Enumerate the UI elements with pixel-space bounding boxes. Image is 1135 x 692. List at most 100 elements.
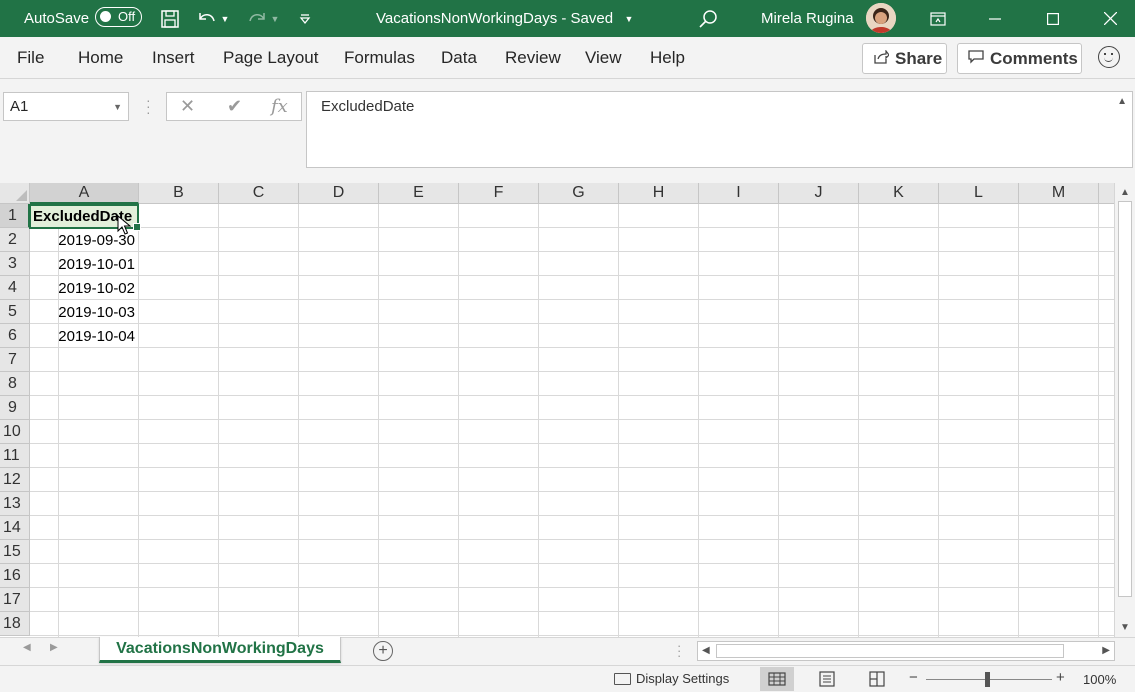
scroll-up-icon[interactable]: ▲ xyxy=(1120,187,1130,198)
horizontal-scroll-thumb[interactable] xyxy=(716,644,1064,658)
vertical-scroll-thumb[interactable] xyxy=(1118,201,1132,597)
row-header-7[interactable]: 7 xyxy=(0,348,30,372)
sheet-tab-active[interactable]: VacationsNonWorkingDays xyxy=(99,637,341,663)
column-header-j[interactable]: J xyxy=(779,183,859,204)
page-layout-view-icon[interactable] xyxy=(810,667,844,691)
customize-qat-icon[interactable] xyxy=(294,0,316,37)
name-box-dropdown-icon[interactable]: ▼ xyxy=(113,102,122,112)
scroll-down-icon[interactable]: ▼ xyxy=(1120,622,1130,633)
cell-area[interactable]: ExcludedDate 2019-09-30 2019-10-01 2019-… xyxy=(30,204,1114,637)
next-sheet-icon[interactable]: ▶ xyxy=(50,642,58,653)
cell-a4[interactable]: 2019-10-02 xyxy=(30,276,138,300)
zoom-in-icon[interactable]: + xyxy=(1056,669,1065,686)
redo-dropdown-icon[interactable]: ▼ xyxy=(268,0,282,37)
column-header-i[interactable]: I xyxy=(699,183,779,204)
tab-view[interactable]: View xyxy=(585,37,622,79)
row-header-10[interactable]: 10 xyxy=(0,420,30,444)
vertical-scrollbar[interactable]: ▲ ▼ xyxy=(1114,183,1135,637)
column-header-d[interactable]: D xyxy=(299,183,379,204)
tab-page-layout[interactable]: Page Layout xyxy=(223,37,318,79)
name-box[interactable]: A1 ▼ xyxy=(3,92,129,121)
column-header-m[interactable]: M xyxy=(1019,183,1099,204)
column-header-l[interactable]: L xyxy=(939,183,1019,204)
column-header-partial[interactable] xyxy=(1099,183,1114,204)
formula-input[interactable]: ExcludedDate ▲ xyxy=(306,91,1133,168)
zoom-level[interactable]: 100% xyxy=(1083,672,1116,687)
select-all-corner[interactable] xyxy=(0,183,30,204)
column-header-a[interactable]: A xyxy=(30,183,139,204)
cell-a3[interactable]: 2019-10-01 xyxy=(30,252,138,276)
undo-dropdown-icon[interactable]: ▼ xyxy=(218,0,232,37)
tab-insert[interactable]: Insert xyxy=(152,37,195,79)
row-header-5[interactable]: 5 xyxy=(0,300,30,324)
display-settings-button[interactable]: Display Settings xyxy=(614,671,729,686)
minimize-icon[interactable] xyxy=(972,0,1018,37)
autosave-state: Off xyxy=(118,9,136,24)
row-header-15[interactable]: 15 xyxy=(0,540,30,564)
row-header-6[interactable]: 6 xyxy=(0,324,30,348)
sheet-tab-bar: ◀ ▶ VacationsNonWorkingDays + · · · ◀ ▶ xyxy=(0,637,1135,665)
row-header-3[interactable]: 3 xyxy=(0,252,30,276)
tab-review[interactable]: Review xyxy=(505,37,561,79)
tab-formulas[interactable]: Formulas xyxy=(344,37,415,79)
column-header-k[interactable]: K xyxy=(859,183,939,204)
row-header-4[interactable]: 4 xyxy=(0,276,30,300)
feedback-smiley-icon[interactable] xyxy=(1098,46,1120,68)
previous-sheet-icon[interactable]: ◀ xyxy=(23,642,31,653)
row-header-14[interactable]: 14 xyxy=(0,516,30,540)
ribbon-display-options-icon[interactable] xyxy=(915,0,961,37)
column-header-h[interactable]: H xyxy=(619,183,699,204)
share-label: Share xyxy=(895,48,943,68)
maximize-icon[interactable] xyxy=(1030,0,1076,37)
column-header-b[interactable]: B xyxy=(139,183,219,204)
cell-a5[interactable]: 2019-10-03 xyxy=(30,300,138,324)
comments-button[interactable]: Comments xyxy=(957,43,1082,74)
add-sheet-icon[interactable]: + xyxy=(373,641,393,661)
title-dropdown-icon[interactable]: ▼ xyxy=(618,0,640,37)
user-name[interactable]: Mirela Rugina xyxy=(761,0,854,37)
formula-buttons: ✕ ✔ fx xyxy=(166,92,302,121)
column-header-e[interactable]: E xyxy=(379,183,459,204)
search-icon[interactable] xyxy=(697,0,719,37)
zoom-out-icon[interactable]: − xyxy=(909,669,918,686)
row-header-1[interactable]: 1 xyxy=(0,204,30,228)
autosave-toggle[interactable]: Off xyxy=(95,7,142,27)
column-header-c[interactable]: C xyxy=(219,183,299,204)
undo-icon[interactable] xyxy=(196,0,218,37)
save-icon[interactable] xyxy=(159,0,181,37)
row-header-11[interactable]: 11 xyxy=(0,444,30,468)
row-header-13[interactable]: 13 xyxy=(0,492,30,516)
cell-a6[interactable]: 2019-10-04 xyxy=(30,324,138,348)
tab-home[interactable]: Home xyxy=(78,37,123,79)
column-header-f[interactable]: F xyxy=(459,183,539,204)
redo-icon[interactable] xyxy=(246,0,268,37)
row-header-18[interactable]: 18 xyxy=(0,612,30,636)
scroll-right-icon[interactable]: ▶ xyxy=(1102,645,1110,656)
tab-splitter-icon[interactable]: · · · xyxy=(677,639,681,662)
row-header-2[interactable]: 2 xyxy=(0,228,30,252)
row-header-16[interactable]: 16 xyxy=(0,564,30,588)
cancel-icon[interactable]: ✕ xyxy=(180,96,195,117)
share-button[interactable]: Share xyxy=(862,43,947,74)
normal-view-icon[interactable] xyxy=(760,667,794,691)
row-header-12[interactable]: 12 xyxy=(0,468,30,492)
horizontal-scrollbar[interactable]: ◀ ▶ xyxy=(697,641,1115,661)
collapse-formula-bar-icon[interactable]: ▲ xyxy=(1117,96,1127,107)
tab-help[interactable]: Help xyxy=(650,37,685,79)
enter-icon[interactable]: ✔ xyxy=(227,96,242,117)
user-avatar[interactable] xyxy=(866,3,896,33)
tab-file[interactable]: File xyxy=(17,37,44,79)
row-header-17[interactable]: 17 xyxy=(0,588,30,612)
splitter-dots-icon[interactable]: · · · xyxy=(146,93,151,119)
row-header-9[interactable]: 9 xyxy=(0,396,30,420)
scroll-left-icon[interactable]: ◀ xyxy=(702,645,710,656)
insert-function-icon[interactable]: fx xyxy=(271,96,288,117)
close-icon[interactable] xyxy=(1087,0,1133,37)
column-header-g[interactable]: G xyxy=(539,183,619,204)
zoom-slider-thumb[interactable] xyxy=(985,672,990,687)
comment-icon xyxy=(968,49,984,68)
formula-content: ExcludedDate xyxy=(321,98,415,115)
tab-data[interactable]: Data xyxy=(441,37,477,79)
page-break-preview-icon[interactable] xyxy=(860,667,894,691)
row-header-8[interactable]: 8 xyxy=(0,372,30,396)
